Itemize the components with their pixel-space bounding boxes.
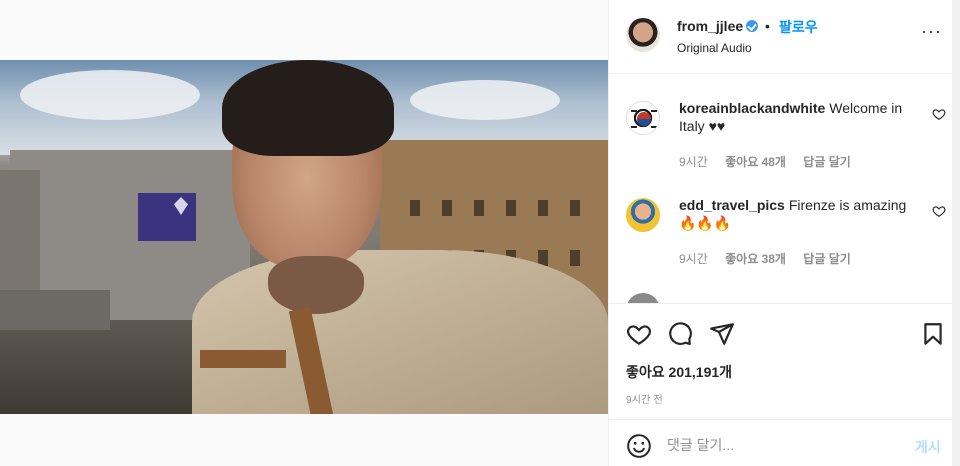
- comment-meta: 9시간 좋아요 48개 답글 달기: [679, 153, 865, 170]
- author-avatar[interactable]: [626, 18, 660, 52]
- heart-icon[interactable]: [932, 107, 946, 121]
- comment-meta: 9시간 좋아요 38개 답글 달기: [679, 250, 865, 267]
- comment-likes-count[interactable]: 좋아요 48개: [725, 155, 786, 169]
- comment-body: edd_travel_pics Firenze is amazing 🔥🔥🔥: [679, 196, 907, 232]
- video-strap: [200, 350, 286, 368]
- comment-likes-count[interactable]: 좋아요 38개: [725, 252, 786, 266]
- page-scrollbar[interactable]: [952, 0, 960, 466]
- post-header: from_jjlee • 팔로우 Original Audio ···: [609, 0, 953, 74]
- smiley-icon[interactable]: [626, 433, 652, 459]
- follow-button[interactable]: 팔로우: [779, 17, 818, 37]
- comment-time: 9시간: [679, 155, 708, 169]
- video-cloud: [410, 80, 560, 120]
- commenter-avatar-glyph: [631, 110, 657, 128]
- verified-badge-icon: [746, 20, 758, 32]
- post-comment-button[interactable]: 게시: [915, 437, 941, 457]
- video-person-jacket: [192, 250, 608, 414]
- heart-icon[interactable]: [932, 204, 946, 218]
- heart-icon[interactable]: [626, 321, 652, 347]
- reel-video[interactable]: [0, 60, 608, 414]
- comments-list[interactable]: koreainblackandwhite Welcome in Italy ♥♥ …: [609, 75, 953, 303]
- video-kiosk: [0, 290, 110, 330]
- reply-button[interactable]: 답글 달기: [803, 252, 851, 266]
- bookmark-icon[interactable]: [920, 321, 946, 347]
- post-sidebar: from_jjlee • 팔로우 Original Audio ··· kore…: [608, 0, 953, 466]
- comment-username[interactable]: edd_travel_pics: [679, 197, 785, 213]
- video-cloud: [20, 70, 200, 120]
- video-banner: [138, 193, 196, 241]
- comment-body: koreainblackandwhite Welcome in Italy ♥♥: [679, 99, 907, 135]
- banner-emblem: [174, 197, 188, 215]
- original-audio-link[interactable]: Original Audio: [677, 41, 752, 55]
- comment-icon[interactable]: [667, 321, 693, 347]
- commenter-avatar[interactable]: [626, 293, 660, 303]
- commenter-avatar[interactable]: [626, 198, 660, 232]
- post-timestamp[interactable]: 9시간 전: [626, 391, 663, 406]
- more-icon[interactable]: ···: [921, 22, 941, 46]
- reply-button[interactable]: 답글 달기: [803, 155, 851, 169]
- author-username[interactable]: from_jjlee: [677, 18, 743, 34]
- comment-time: 9시간: [679, 252, 708, 266]
- post-actions: 좋아요 201,191개 9시간 전: [609, 303, 953, 419]
- send-icon[interactable]: [709, 321, 735, 347]
- add-comment-bar: 게시: [609, 419, 953, 466]
- video-person-scarf: [268, 256, 364, 314]
- comment-input[interactable]: [667, 432, 907, 458]
- video-person-hair: [222, 60, 394, 156]
- likes-count[interactable]: 좋아요 201,191개: [626, 362, 732, 382]
- separator-dot: •: [765, 18, 770, 34]
- comment-username[interactable]: koreainblackandwhite: [679, 100, 825, 116]
- media-pane: [0, 0, 608, 466]
- commenter-avatar[interactable]: [626, 101, 660, 135]
